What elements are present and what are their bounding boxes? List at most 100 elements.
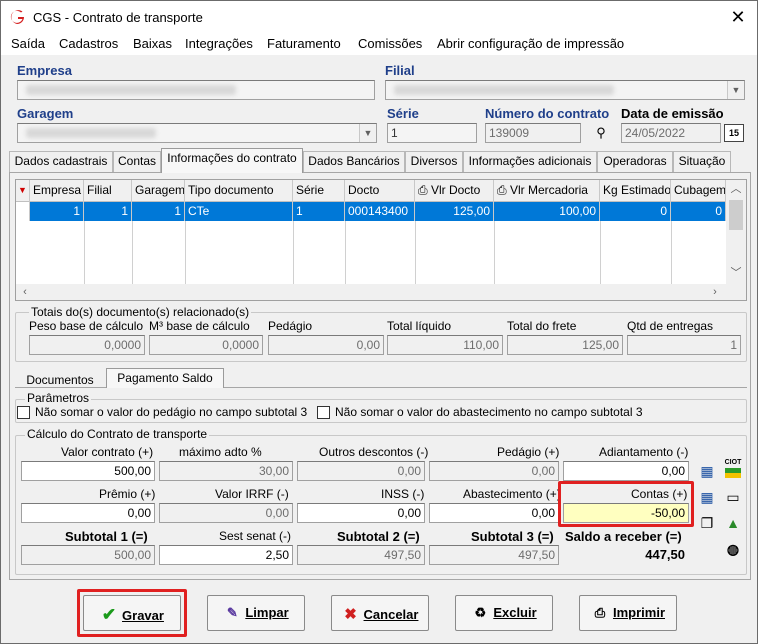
menu-saida[interactable]: Saída bbox=[11, 36, 45, 51]
chevron-down-icon[interactable]: ▼ bbox=[359, 124, 376, 142]
cancelar-label: Cancelar bbox=[363, 607, 419, 622]
menu-abrir-configuracao[interactable]: Abrir configuração de impressão bbox=[437, 36, 624, 51]
subtotal3-field[interactable]: 497,50 bbox=[429, 545, 559, 565]
calc-pedagio-field[interactable]: 0,00 bbox=[429, 461, 559, 481]
calculator-icon[interactable]: ▦ bbox=[697, 461, 717, 481]
serie-field[interactable]: 1 bbox=[387, 123, 477, 143]
total-frete-field[interactable]: 125,00 bbox=[507, 335, 623, 355]
tab-operadoras[interactable]: Operadoras bbox=[597, 151, 673, 172]
documents-grid[interactable]: ▼ Empresa Filial Garagem Tipo documento … bbox=[15, 179, 747, 301]
tab-informacoes-adicionais[interactable]: Informações adicionais bbox=[463, 151, 597, 172]
col-vlr-mercadoria[interactable]: ⎙ Vlr Mercadoria bbox=[494, 180, 600, 202]
data-emissao-label: Data de emissão bbox=[621, 106, 724, 121]
close-icon[interactable]: ✕ bbox=[727, 7, 749, 27]
limpar-button[interactable]: ✎ Limpar bbox=[207, 595, 305, 631]
col-vlr-mercadoria-label: Vlr Mercadoria bbox=[509, 183, 588, 197]
col-garagem[interactable]: Garagem bbox=[132, 180, 185, 202]
col-vlr-docto[interactable]: ⎙ Vlr Docto bbox=[415, 180, 494, 202]
menu-faturamento[interactable]: Faturamento bbox=[267, 36, 341, 51]
col-filial[interactable]: Filial bbox=[84, 180, 132, 202]
check-nao-somar-abastecimento-label: Não somar o valor do abastecimento no ca… bbox=[335, 405, 643, 419]
ciot-icon[interactable]: CIOT bbox=[723, 459, 743, 481]
chevron-up-icon[interactable]: ︿ bbox=[729, 182, 743, 196]
binoculars-icon[interactable]: ⚲ bbox=[591, 123, 611, 143]
chevron-right-icon[interactable]: › bbox=[708, 285, 722, 299]
chevron-left-icon[interactable]: ‹ bbox=[18, 285, 32, 299]
grid-vertical-scrollbar[interactable]: ︿ ﹀ bbox=[726, 180, 746, 284]
m3-base-field[interactable]: 0,0000 bbox=[149, 335, 263, 355]
excluir-button[interactable]: ♻ Excluir bbox=[455, 595, 553, 631]
menu-baixas[interactable]: Baixas bbox=[133, 36, 172, 51]
outros-descontos-label: Outros descontos (-) bbox=[319, 445, 429, 459]
subtotal2-field[interactable]: 497,50 bbox=[297, 545, 425, 565]
valor-irrf-field[interactable]: 0,00 bbox=[159, 503, 293, 523]
subtotal1-label: Subtotal 1 (=) bbox=[65, 529, 148, 544]
col-kg-estimado[interactable]: Kg Estimado bbox=[600, 180, 671, 202]
qtd-entregas-field[interactable]: 1 bbox=[627, 335, 741, 355]
scroll-thumb[interactable] bbox=[729, 200, 743, 230]
filial-label: Filial bbox=[385, 63, 415, 78]
excluir-button-content: ♻ Excluir bbox=[456, 605, 552, 621]
col-tipo-documento[interactable]: Tipo documento bbox=[185, 180, 293, 202]
data-emissao-field[interactable]: 24/05/2022 bbox=[621, 123, 721, 143]
calculator-edit-icon[interactable]: ▦ bbox=[697, 487, 717, 507]
saldo-receber-value: 447,50 bbox=[563, 545, 689, 565]
col-docto[interactable]: Docto bbox=[345, 180, 415, 202]
documents-icon[interactable]: ❐ bbox=[697, 513, 717, 533]
tire-icon[interactable]: ◍ bbox=[723, 539, 743, 559]
tab-contas[interactable]: Contas bbox=[113, 151, 161, 172]
tab-dados-cadastrais[interactable]: Dados cadastrais bbox=[9, 151, 113, 172]
calendar-icon[interactable]: 15 bbox=[724, 124, 744, 142]
menu-comissoes[interactable]: Comissões bbox=[358, 36, 422, 51]
subtab-documentos[interactable]: Documentos bbox=[15, 371, 105, 391]
tab-dados-bancarios[interactable]: Dados Bancários bbox=[303, 151, 405, 172]
outros-descontos-field[interactable]: 0,00 bbox=[297, 461, 425, 481]
gravar-highlight bbox=[77, 589, 187, 637]
garagem-combo[interactable]: ▼ bbox=[17, 123, 377, 143]
abastecimento-field[interactable]: 0,00 bbox=[429, 503, 559, 523]
tab-situacao[interactable]: Situação bbox=[673, 151, 731, 172]
tab-diversos[interactable]: Diversos bbox=[405, 151, 463, 172]
peso-base-field[interactable]: 0,0000 bbox=[29, 335, 145, 355]
adiantamento-field[interactable]: 0,00 bbox=[563, 461, 689, 481]
total-liquido-field[interactable]: 110,00 bbox=[387, 335, 503, 355]
sort-arrow-icon[interactable]: ▼ bbox=[16, 180, 30, 202]
cancelar-button[interactable]: ✖ Cancelar bbox=[331, 595, 429, 631]
totais-pedagio-field[interactable]: 0,00 bbox=[268, 335, 384, 355]
total-frete-label: Total do frete bbox=[507, 319, 577, 333]
col-empresa[interactable]: Empresa bbox=[30, 180, 84, 202]
tab-informacoes-contrato[interactable]: Informações do contrato bbox=[161, 148, 303, 173]
garagem-redacted bbox=[26, 128, 156, 138]
ciot-bar-yellow bbox=[725, 473, 741, 478]
check-nao-somar-pedagio-label: Não somar o valor do pedágio no campo su… bbox=[35, 405, 308, 419]
grid-divider bbox=[671, 221, 672, 285]
subtotal1-field[interactable]: 500,00 bbox=[21, 545, 155, 565]
col-serie[interactable]: Série bbox=[293, 180, 345, 202]
premio-label: Prêmio (+) bbox=[99, 487, 156, 501]
numero-contrato-field[interactable]: 139009 bbox=[485, 123, 581, 143]
totais-title: Totais do(s) documento(s) relacionado(s) bbox=[29, 305, 252, 319]
table-row[interactable]: 1 1 1 CTe 1 000143400 125,00 100,00 0 0 bbox=[16, 202, 726, 221]
check-nao-somar-pedagio[interactable] bbox=[17, 406, 30, 419]
valor-irrf-label: Valor IRRF (-) bbox=[215, 487, 289, 501]
empresa-field[interactable] bbox=[17, 80, 375, 100]
inss-field[interactable]: 0,00 bbox=[297, 503, 425, 523]
maximo-adto-label: máximo adto % bbox=[179, 445, 262, 459]
check-nao-somar-abastecimento[interactable] bbox=[317, 406, 330, 419]
subtab-pagamento-saldo[interactable]: Pagamento Saldo bbox=[106, 368, 224, 388]
m3-base-label: M³ base de cálculo bbox=[149, 319, 250, 333]
valor-contrato-field[interactable]: 500,00 bbox=[21, 461, 155, 481]
menu-cadastros[interactable]: Cadastros bbox=[59, 36, 118, 51]
premio-field[interactable]: 0,00 bbox=[21, 503, 155, 523]
col-cubagem[interactable]: Cubagem bbox=[671, 180, 726, 202]
menu-integracoes[interactable]: Integrações bbox=[185, 36, 253, 51]
monitor-icon[interactable]: ▭ bbox=[723, 487, 743, 507]
grid-horizontal-scrollbar[interactable]: ‹ › bbox=[16, 284, 746, 300]
triangle-icon[interactable]: ▲ bbox=[723, 513, 743, 533]
sest-senat-field[interactable]: 2,50 bbox=[159, 545, 293, 565]
chevron-down-icon[interactable]: ﹀ bbox=[729, 266, 743, 280]
chevron-down-icon[interactable]: ▼ bbox=[727, 81, 744, 99]
imprimir-button[interactable]: ⎙ Imprimir bbox=[579, 595, 677, 631]
filial-combo[interactable]: ▼ bbox=[385, 80, 745, 100]
maximo-adto-field[interactable]: 30,00 bbox=[159, 461, 293, 481]
